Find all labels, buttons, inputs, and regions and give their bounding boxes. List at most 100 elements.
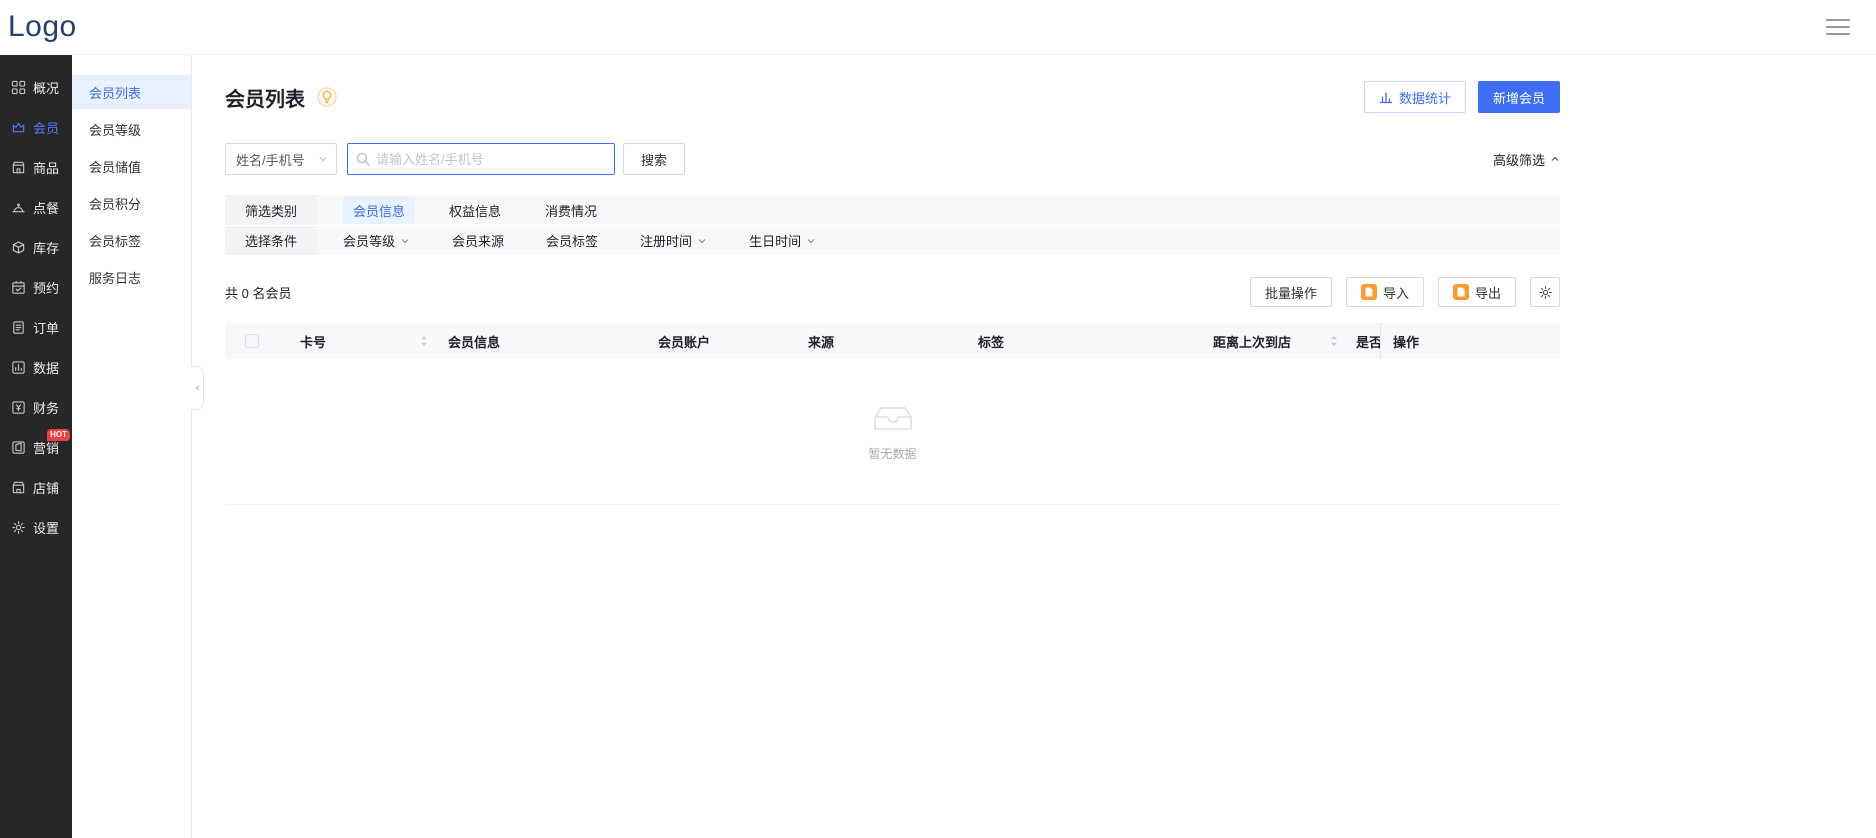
filter-condition-option[interactable]: 会员等级 — [343, 231, 410, 250]
hot-badge: HOT — [47, 429, 70, 441]
search-input[interactable] — [376, 152, 606, 167]
sort-icon[interactable] — [1330, 335, 1338, 347]
select-all-checkbox[interactable] — [245, 334, 259, 348]
submenu-item[interactable]: 会员等级 — [72, 112, 191, 146]
sidebar-item[interactable]: 店铺 — [0, 467, 72, 507]
table-column-label: 来源 — [808, 332, 834, 351]
filter-condition-option-label: 会员来源 — [452, 231, 504, 250]
add-member-button[interactable]: 新增会员 — [1478, 81, 1560, 113]
chevron-down-icon — [400, 236, 410, 246]
table-column-label: 操作 — [1393, 332, 1419, 351]
store-icon — [11, 480, 26, 495]
grid-icon — [11, 80, 26, 95]
table-column-label: 是否 — [1356, 332, 1380, 351]
filter-category-option[interactable]: 消费情况 — [535, 197, 607, 224]
submenu-item[interactable]: 服务日志 — [72, 260, 191, 294]
bar-chart-icon — [1379, 90, 1393, 104]
sidebar-item[interactable]: 预约 — [0, 267, 72, 307]
filter-condition-option[interactable]: 注册时间 — [640, 231, 707, 250]
filter-category-option[interactable]: 会员信息 — [343, 197, 415, 224]
table-column-header[interactable] — [225, 323, 285, 359]
data-stats-label: 数据统计 — [1399, 88, 1451, 107]
sidebar-item[interactable]: 数据 — [0, 347, 72, 387]
member-icon — [11, 120, 26, 135]
sidebar-item[interactable]: 点餐 — [0, 187, 72, 227]
main-content: 会员列表 — [192, 55, 1876, 838]
filter-condition-label: 选择条件 — [225, 226, 317, 255]
sidebar-item-label: 财务 — [33, 398, 59, 417]
excel-file-icon — [1453, 284, 1469, 300]
search-row: 姓名/手机号 搜索 高级筛选 — [225, 143, 1560, 175]
sidebar-item[interactable]: 营销 HOT — [0, 427, 72, 467]
batch-actions-button[interactable]: 批量操作 — [1250, 277, 1332, 307]
table-column-label: 标签 — [978, 332, 1004, 351]
gear-icon — [1538, 285, 1553, 300]
sidebar-item[interactable]: 库存 — [0, 227, 72, 267]
search-button[interactable]: 搜索 — [623, 143, 685, 175]
sidebar-item-label: 店铺 — [33, 478, 59, 497]
submenu-item-label: 会员标签 — [89, 231, 141, 250]
table-column-header[interactable]: 是否 — [1350, 323, 1380, 359]
table-column-label: 会员账户 — [658, 332, 710, 351]
search-field-select[interactable]: 姓名/手机号 — [225, 143, 337, 175]
filter-category-option-label: 权益信息 — [449, 204, 501, 219]
table-column-header[interactable]: 距离上次到店 — [1205, 323, 1350, 359]
table-column-header[interactable]: 操作 — [1380, 323, 1560, 359]
sidebar-item[interactable]: 订单 — [0, 307, 72, 347]
table-column-header[interactable]: 会员信息 — [440, 323, 650, 359]
export-label: 导出 — [1475, 283, 1501, 302]
advanced-filter-label: 高级筛选 — [1493, 150, 1545, 169]
empty-box-icon — [867, 401, 919, 437]
sidebar-item[interactable]: 商品 — [0, 147, 72, 187]
sidebar-collapse-handle[interactable]: ‹ — [191, 366, 204, 410]
table-column-header[interactable]: 来源 — [800, 323, 970, 359]
import-button[interactable]: 导入 — [1346, 277, 1424, 307]
filter-condition-option-label: 注册时间 — [640, 231, 692, 250]
filter-category-row: 筛选类别 会员信息 权益信息 消 — [225, 195, 1560, 225]
import-label: 导入 — [1383, 283, 1409, 302]
submenu-item[interactable]: 会员列表 — [72, 75, 191, 109]
sidebar-item[interactable]: 财务 — [0, 387, 72, 427]
filter-condition-option-label: 会员标签 — [546, 231, 598, 250]
data-stats-button[interactable]: 数据统计 — [1364, 81, 1466, 113]
column-settings-button[interactable] — [1530, 277, 1560, 307]
sidebar-item-label: 预约 — [33, 278, 59, 297]
filter-condition-option[interactable]: 会员标签 — [546, 231, 598, 250]
chevron-up-icon — [1550, 154, 1560, 164]
export-button[interactable]: 导出 — [1438, 277, 1516, 307]
submenu-item-label: 会员等级 — [89, 120, 141, 139]
table-column-label: 会员信息 — [448, 332, 500, 351]
lightbulb-tip-icon[interactable] — [317, 87, 337, 107]
submenu-item[interactable]: 会员标签 — [72, 223, 191, 257]
food-icon — [11, 200, 26, 215]
chevron-down-icon — [318, 154, 328, 164]
hamburger-menu-icon[interactable] — [1826, 15, 1850, 39]
app-layout: 概况 会员 商品 点餐 库存 — [0, 55, 1876, 838]
chevron-down-icon — [697, 236, 707, 246]
advanced-filter-toggle[interactable]: 高级筛选 — [1493, 150, 1560, 169]
table-column-header[interactable]: 标签 — [970, 323, 1205, 359]
sidebar-item[interactable]: 设置 — [0, 507, 72, 547]
submenu-item-label: 会员积分 — [89, 194, 141, 213]
sort-icon[interactable] — [420, 335, 428, 347]
table-column-header[interactable]: 会员账户 — [650, 323, 800, 359]
filter-category-label: 筛选类别 — [225, 195, 317, 225]
submenu-item[interactable]: 会员储值 — [72, 149, 191, 183]
filter-condition-option[interactable]: 会员来源 — [452, 231, 504, 250]
sidebar-item[interactable]: 概况 — [0, 67, 72, 107]
member-count: 共 0 名会员 — [225, 283, 291, 302]
filter-condition-row: 选择条件 会员等级 会员来源 — [225, 225, 1560, 255]
inventory-icon — [11, 240, 26, 255]
settings-icon — [11, 520, 26, 535]
sidebar-item[interactable]: 会员 — [0, 107, 72, 147]
filter-condition-option[interactable]: 生日时间 — [749, 231, 816, 250]
search-icon — [356, 152, 370, 166]
submenu-item[interactable]: 会员积分 — [72, 186, 191, 220]
table-column-header[interactable]: 卡号 — [285, 323, 440, 359]
top-header: Logo — [0, 0, 1876, 55]
chevron-down-icon — [806, 236, 816, 246]
empty-state-text: 暂无数据 — [868, 445, 916, 462]
filter-category-option[interactable]: 权益信息 — [439, 197, 511, 224]
list-toolbar: 共 0 名会员 批量操作 导入 导出 — [225, 277, 1560, 307]
sidebar-item-label: 商品 — [33, 158, 59, 177]
